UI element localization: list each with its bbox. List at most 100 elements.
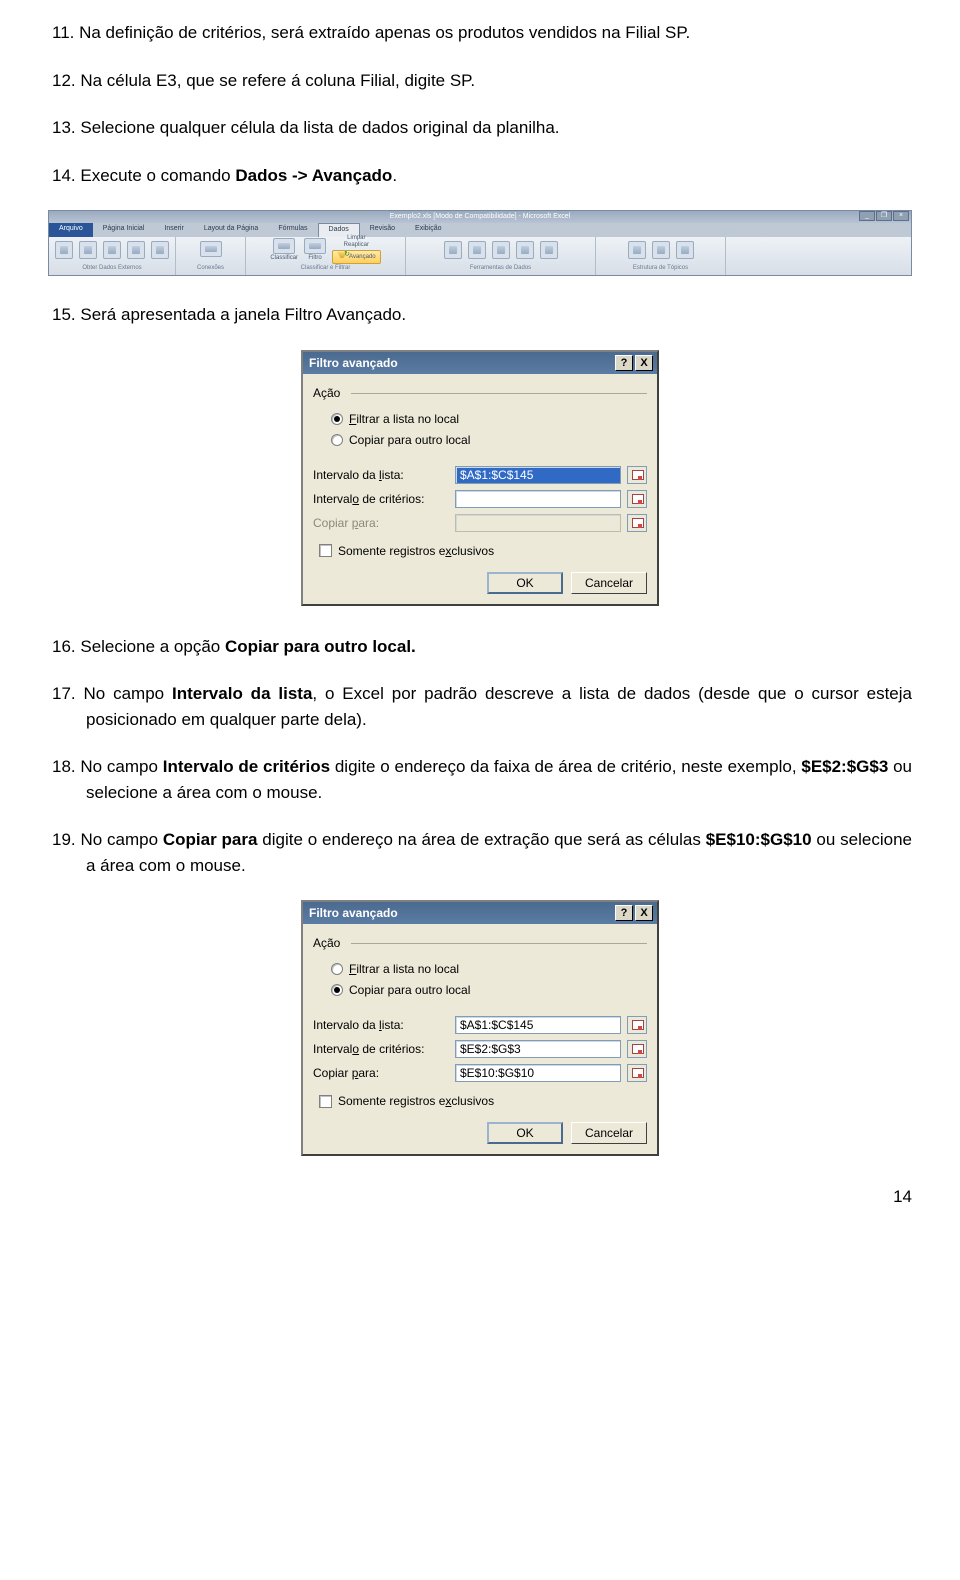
dialog-close-button-2[interactable]: X [635, 905, 653, 921]
step-19-mid: digite o endereço na área de extração qu… [257, 830, 705, 849]
step-19-b1: Copiar para [163, 830, 258, 849]
step-19-b2: $E$10:$G$10 [706, 830, 812, 849]
copy-to-input-2[interactable]: $E$10:$G$10 [455, 1064, 621, 1082]
text-to-cols-icon [444, 241, 462, 259]
tab-file[interactable]: Arquivo [49, 223, 93, 237]
filter-icon [304, 238, 326, 254]
radio-copy-label-2: Copiar para outro local [349, 981, 470, 999]
consolidate-icon [516, 241, 534, 259]
other-sources-icon [127, 241, 145, 259]
step-17: 17. No campo Intervalo da lista, o Excel… [48, 681, 912, 732]
tab-home[interactable]: Página Inicial [93, 223, 155, 237]
close-window-icon: × [893, 211, 909, 221]
group-datatools: Ferramentas de Dados [470, 264, 531, 273]
step-18-pre: 18. No campo [52, 757, 163, 776]
criteria-range-ref-button-2[interactable] [627, 1040, 647, 1058]
action-label-2: Ação [313, 934, 344, 952]
step-11: 11. Na definição de critérios, será extr… [48, 20, 912, 46]
advanced-filter-dialog-1: Filtro avançado ? X Ação Filtrar a lista… [301, 350, 659, 606]
criteria-range-input-2[interactable]: $E$2:$G$3 [455, 1040, 621, 1058]
radio-copy-other[interactable] [331, 434, 343, 446]
step-15: 15. Será apresentada a janela Filtro Ava… [48, 302, 912, 328]
copy-to-label-2: Copiar para: [313, 1064, 449, 1082]
step-19-pre: 19. No campo [52, 830, 163, 849]
tab-view[interactable]: Exibição [405, 223, 451, 237]
list-range-input[interactable]: $A$1:$C$145 [455, 466, 621, 484]
clear-label: Limpar [332, 235, 381, 242]
list-range-ref-button-2[interactable] [627, 1016, 647, 1034]
step-18-b2: $E$2:$G$3 [801, 757, 888, 776]
radio-filter-in-place[interactable] [331, 413, 343, 425]
dialog-help-button-2[interactable]: ? [615, 905, 633, 921]
ok-button[interactable]: OK [487, 572, 563, 594]
sort-label: Classificar [270, 255, 298, 262]
sort-az-icon [273, 238, 295, 254]
restore-window-icon: ❐ [876, 211, 892, 221]
web-icon [79, 241, 97, 259]
action-label: Ação [313, 384, 344, 402]
access-icon [55, 241, 73, 259]
tab-layout[interactable]: Layout da Página [194, 223, 269, 237]
copy-to-ref-button[interactable] [627, 514, 647, 532]
step-16-pre: 16. Selecione a opção [52, 637, 225, 656]
unique-records-checkbox[interactable] [319, 544, 332, 557]
whatif-icon [540, 241, 558, 259]
remove-dup-icon [468, 241, 486, 259]
dialog-close-button[interactable]: X [635, 355, 653, 371]
advanced-filter-button[interactable]: Avançado [332, 250, 381, 264]
list-range-input-2[interactable]: $A$1:$C$145 [455, 1016, 621, 1034]
step-12: 12. Na célula E3, que se refere á coluna… [48, 68, 912, 94]
step-13: 13. Selecione qualquer célula da lista d… [48, 115, 912, 141]
step-14-pre: 14. Execute o comando [52, 166, 235, 185]
radio-filter-label: Filtrar a lista no local [349, 410, 459, 428]
radio-copy-label: Copiar para outro local [349, 431, 470, 449]
excel-ribbon-screenshot: Exemplo2.xls [Modo de Compatibilidade] -… [48, 210, 912, 276]
criteria-range-input[interactable] [455, 490, 621, 508]
step-14-bold: Dados -> Avançado [235, 166, 392, 185]
step-17-pre: 17. No campo [52, 684, 172, 703]
criteria-range-label-2: Intervalo de critérios: [313, 1040, 449, 1058]
step-16-bold: Copiar para outro local. [225, 637, 416, 656]
cancel-button-2[interactable]: Cancelar [571, 1122, 647, 1144]
list-range-ref-button[interactable] [627, 466, 647, 484]
page-number: 14 [48, 1184, 912, 1210]
validation-icon [492, 241, 510, 259]
subtotal-icon [676, 241, 694, 259]
tab-insert[interactable]: Inserir [154, 223, 193, 237]
criteria-range-label: Intervalo de critérios: [313, 490, 449, 508]
group-connections: Conexões [197, 264, 224, 273]
step-18: 18. No campo Intervalo de critérios digi… [48, 754, 912, 805]
refresh-icon [200, 241, 222, 257]
cancel-button[interactable]: Cancelar [571, 572, 647, 594]
funnel-icon [337, 252, 347, 262]
ribbon-tabstrip: Arquivo Página Inicial Inserir Layout da… [49, 223, 911, 237]
copy-to-ref-button-2[interactable] [627, 1064, 647, 1082]
group-getdata: Obter Dados Externos [82, 264, 141, 273]
reapply-label: Reaplicar [332, 242, 381, 249]
step-14: 14. Execute o comando Dados -> Avançado. [48, 163, 912, 189]
filter-label: Filtro [308, 255, 321, 262]
group-icon [628, 241, 646, 259]
copy-to-label: Copiar para: [313, 514, 449, 532]
step-18-mid: digite o endereço da faixa de área de cr… [330, 757, 801, 776]
min-window-icon: _ [859, 211, 875, 221]
criteria-range-ref-button[interactable] [627, 490, 647, 508]
ok-button-2[interactable]: OK [487, 1122, 563, 1144]
unique-records-label: Somente registros exclusivos [338, 542, 494, 560]
step-14-post: . [392, 166, 397, 185]
radio-filter-in-place-2[interactable] [331, 963, 343, 975]
radio-filter-label-2: Filtrar a lista no local [349, 960, 459, 978]
unique-records-checkbox-2[interactable] [319, 1095, 332, 1108]
dialog-help-button[interactable]: ? [615, 355, 633, 371]
step-19: 19. No campo Copiar para digite o endere… [48, 827, 912, 878]
advanced-filter-dialog-2: Filtro avançado ? X Ação Filtrar a lista… [301, 900, 659, 1156]
step-17-b1: Intervalo da lista [172, 684, 312, 703]
list-range-label: Intervalo da lista: [313, 466, 449, 484]
radio-copy-other-2[interactable] [331, 984, 343, 996]
group-outline: Estrutura de Tópicos [633, 264, 688, 273]
dialog-title: Filtro avançado [309, 354, 398, 372]
ungroup-icon [652, 241, 670, 259]
unique-records-label-2: Somente registros exclusivos [338, 1092, 494, 1110]
group-sortfilter: Classificar e Filtrar [301, 264, 351, 273]
text-icon [103, 241, 121, 259]
